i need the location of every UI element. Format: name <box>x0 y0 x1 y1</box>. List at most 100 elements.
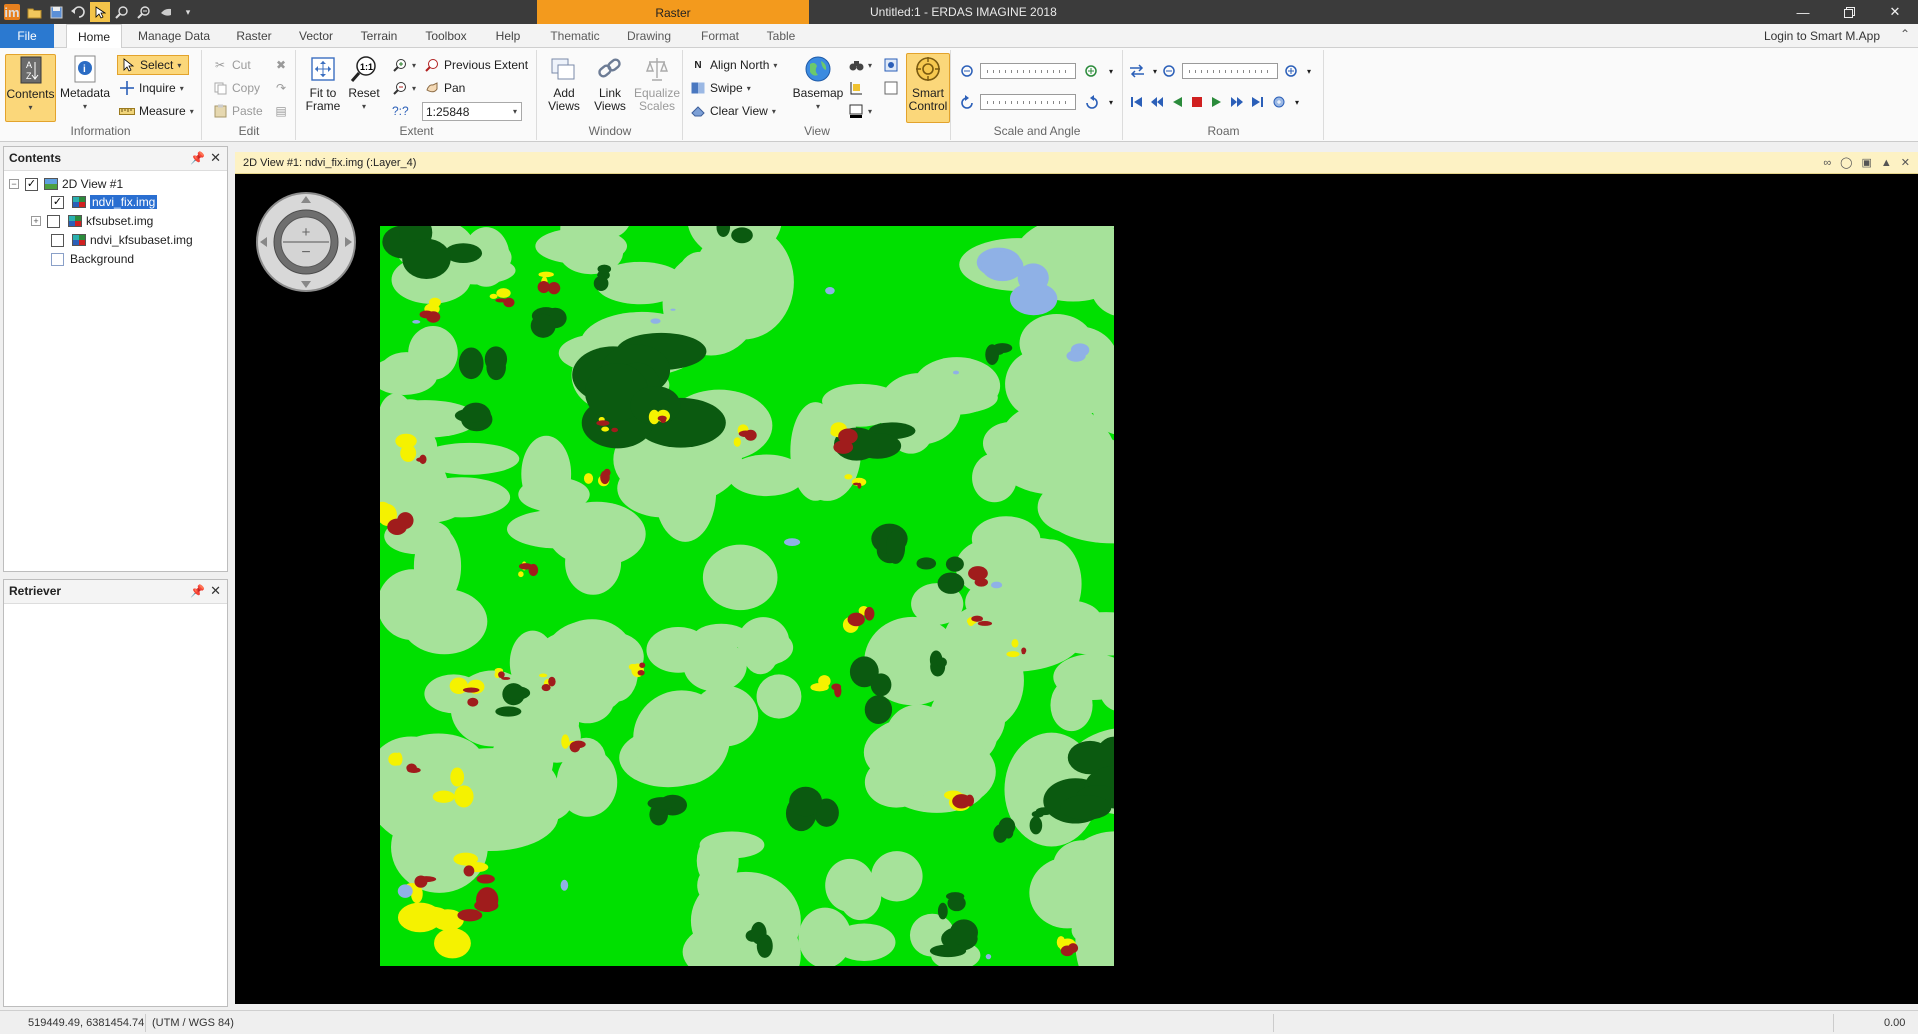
redo-button[interactable]: ↷ <box>273 78 289 98</box>
pin-icon[interactable]: ▲ <box>1881 152 1892 174</box>
tree-layer-ndvi-fix[interactable]: ✓ ndvi_fix.img <box>51 193 158 211</box>
clipboard-button[interactable]: ▤ <box>273 101 289 121</box>
pan-hand-icon[interactable] <box>156 2 176 22</box>
tree-root-2d-view[interactable]: − ✓ 2D View #1 <box>9 175 123 193</box>
roam-stop-icon[interactable] <box>1188 93 1206 111</box>
checkbox[interactable] <box>47 214 60 228</box>
select-arrow-icon[interactable] <box>90 2 110 22</box>
paste-button[interactable]: Paste <box>212 101 263 121</box>
close-icon[interactable]: ✕ <box>1901 152 1910 174</box>
select-button[interactable]: Select ▾ <box>117 55 189 75</box>
tab-manage-data[interactable]: Manage Data <box>132 24 216 48</box>
pin-icon[interactable]: 📌 <box>190 580 205 602</box>
roam-first-icon[interactable] <box>1128 93 1146 111</box>
add-views-button[interactable]: Add Views <box>542 54 586 113</box>
contents-button[interactable]: AZ Contents ▾ <box>5 54 56 122</box>
tree-layer-ndvi-kfsubaset[interactable]: ndvi_kfsubaset.img <box>51 231 193 249</box>
tab-raster[interactable]: Raster <box>228 24 280 48</box>
tab-help[interactable]: Help <box>486 24 530 48</box>
previous-extent-button[interactable]: Previous Extent <box>424 55 528 75</box>
scale-slider-end-icon[interactable] <box>1082 62 1100 80</box>
lock-icon[interactable]: ▣ <box>1861 152 1871 174</box>
zoom-out-fixed-button[interactable]: ▾ <box>392 78 416 98</box>
zoom-in-fixed-button[interactable]: ▾ <box>392 55 416 75</box>
roam-play-icon[interactable] <box>1208 93 1226 111</box>
roam-fast-back-icon[interactable] <box>1148 93 1166 111</box>
view-option-2-button[interactable] <box>883 78 899 98</box>
tree-layer-kfsubset[interactable]: + kfsubset.img <box>31 212 153 230</box>
tab-drawing[interactable]: Drawing <box>618 24 680 48</box>
rotate-right-icon[interactable] <box>1082 93 1100 111</box>
delete-button[interactable]: ✖ <box>273 55 289 75</box>
smart-control-button[interactable]: Smart Control <box>906 53 950 123</box>
maximize-icon[interactable] <box>1826 0 1872 24</box>
unlock-icon[interactable]: ◯ <box>1840 152 1852 174</box>
roam-options-icon[interactable] <box>1270 93 1288 111</box>
tab-home[interactable]: Home <box>66 24 122 49</box>
background-swatch-icon[interactable] <box>51 252 64 266</box>
expand-icon[interactable]: + <box>31 216 41 226</box>
reset-button[interactable]: 1:1 Reset ▾ <box>345 54 383 113</box>
save-icon[interactable] <box>46 2 66 22</box>
tab-format[interactable]: Format <box>690 24 750 48</box>
view-option-1-button[interactable] <box>883 55 899 75</box>
roam-direction-icon[interactable] <box>1128 62 1146 80</box>
tab-file[interactable]: File <box>0 24 54 48</box>
swipe-button[interactable]: Swipe ▾ <box>690 78 751 98</box>
open-folder-icon[interactable] <box>24 2 44 22</box>
close-icon[interactable]: ✕ <box>1872 0 1918 24</box>
undo-icon[interactable] <box>68 2 88 22</box>
measure-button[interactable]: Measure ▾ <box>119 101 194 121</box>
pin-icon[interactable]: 📌 <box>190 147 205 169</box>
link-icon[interactable]: ∞ <box>1823 152 1831 174</box>
rotate-left-icon[interactable] <box>958 93 976 111</box>
tab-thematic[interactable]: Thematic <box>542 24 608 48</box>
raster-context-tab[interactable]: Raster <box>537 0 809 24</box>
roam-fast-forward-icon[interactable] <box>1228 93 1246 111</box>
customize-icon[interactable]: ▾ <box>178 2 198 22</box>
scale-combobox[interactable]: 1:25848 ▾ <box>422 102 522 121</box>
zoom-slider-icon[interactable] <box>958 62 976 80</box>
tree-layer-background[interactable]: Background <box>51 250 134 268</box>
roam-speed-fast-icon[interactable] <box>1282 62 1300 80</box>
roam-speed-slow-icon[interactable] <box>1160 62 1178 80</box>
pan-button[interactable]: Pan <box>424 78 465 98</box>
tab-toolbox[interactable]: Toolbox <box>416 24 476 48</box>
scale-options-chevron-icon[interactable]: ▾ <box>1102 62 1120 80</box>
metadata-button[interactable]: i Metadata ▾ <box>60 54 110 113</box>
clear-view-button[interactable]: Clear View ▾ <box>690 101 776 121</box>
collapse-icon[interactable]: − <box>9 179 19 189</box>
app-logo-icon[interactable]: im <box>4 4 20 20</box>
cut-button[interactable]: ✂ Cut <box>212 55 251 75</box>
basemap-button[interactable]: Basemap ▾ <box>792 54 844 113</box>
tab-vector[interactable]: Vector <box>290 24 342 48</box>
align-north-button[interactable]: N Align North ▾ <box>690 55 777 75</box>
login-link[interactable]: Login to Smart M.App <box>1764 29 1880 43</box>
view-search-button[interactable]: ▾ <box>848 55 872 75</box>
close-icon[interactable]: ✕ <box>210 147 221 169</box>
background-color-button[interactable]: ▾ <box>848 101 872 121</box>
tab-terrain[interactable]: Terrain <box>352 24 406 48</box>
roam-play-back-icon[interactable] <box>1168 93 1186 111</box>
roam-last-icon[interactable] <box>1248 93 1266 111</box>
close-icon[interactable]: ✕ <box>210 580 221 602</box>
roam-options-chevron-icon[interactable]: ▾ <box>1288 93 1306 111</box>
roam-speed-slider[interactable] <box>1182 63 1278 79</box>
tab-table[interactable]: Table <box>756 24 806 48</box>
view-layout-button[interactable] <box>848 78 864 98</box>
inquire-button[interactable]: Inquire ▾ <box>119 78 184 98</box>
unknown-scale-button[interactable]: ?:? <box>392 101 409 121</box>
link-views-button[interactable]: Link Views <box>588 54 632 113</box>
navigation-control[interactable]: + − <box>255 191 357 293</box>
checkbox[interactable]: ✓ <box>25 177 38 191</box>
checkbox[interactable]: ✓ <box>51 195 64 209</box>
ribbon-collapse-icon[interactable]: ⌃ <box>1900 27 1910 41</box>
zoom-in-icon[interactable] <box>112 2 132 22</box>
minimize-icon[interactable]: — <box>1780 0 1826 24</box>
roam-speed-chevron-icon[interactable]: ▾ <box>1300 62 1318 80</box>
fit-to-frame-button[interactable]: Fit to Frame <box>302 54 344 113</box>
angle-slider[interactable] <box>980 94 1076 110</box>
equalize-scales-button[interactable]: Equalize Scales <box>634 54 680 113</box>
scale-slider[interactable] <box>980 63 1076 79</box>
copy-button[interactable]: Copy <box>212 78 260 98</box>
